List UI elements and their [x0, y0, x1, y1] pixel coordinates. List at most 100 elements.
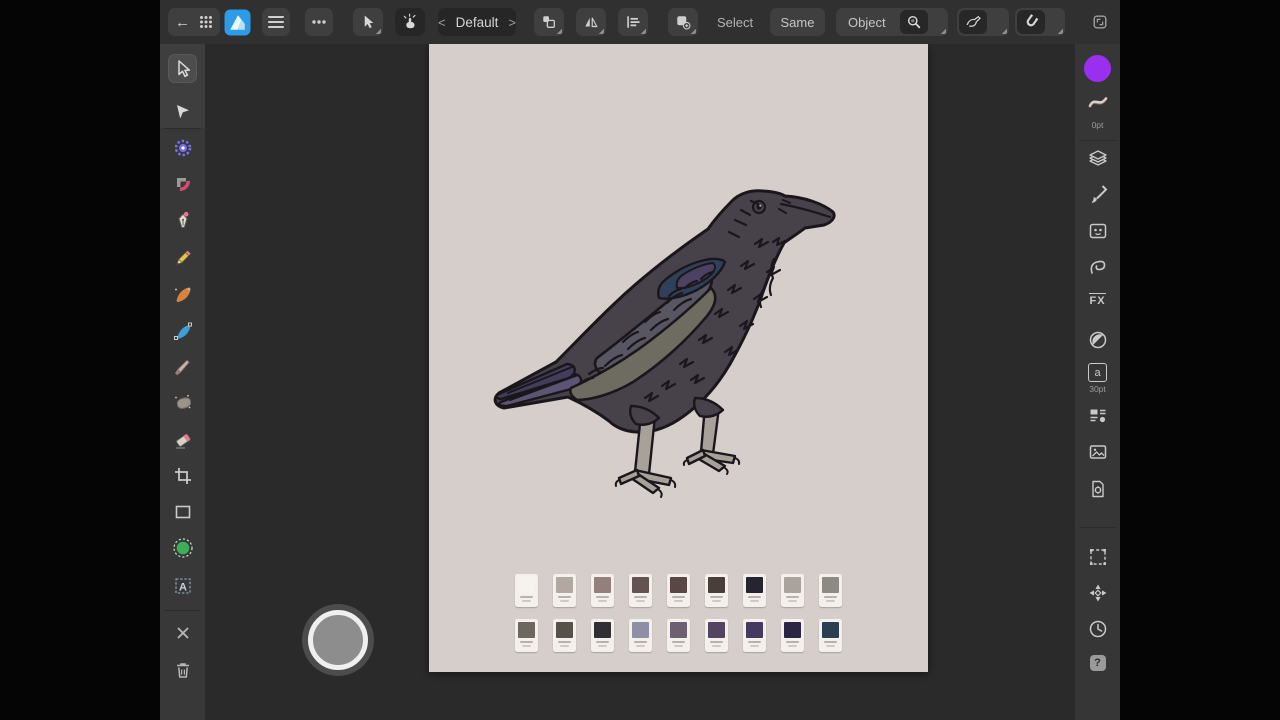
right-sidebar: 0pt FX a30pt? [1075, 44, 1120, 720]
more-button[interactable] [305, 8, 333, 36]
mask-icon [1087, 220, 1109, 247]
swatch-card[interactable] [781, 619, 804, 652]
adjust-icon [1087, 329, 1109, 356]
fill-color-swatch[interactable] [1084, 55, 1111, 82]
select-same-button[interactable]: Same [770, 8, 825, 36]
crop-tool[interactable] [169, 462, 196, 489]
preset-selector[interactable]: < Default > [438, 8, 516, 36]
transform-panel[interactable] [1075, 546, 1120, 573]
screen: ← [0, 0, 1280, 720]
fullscreen-button[interactable] [1090, 8, 1110, 36]
snapping-button[interactable] [1015, 8, 1065, 36]
effects-panel[interactable]: FX [1075, 293, 1120, 307]
divider [1079, 140, 1116, 141]
history-panel[interactable] [1075, 618, 1120, 645]
stroke-curve-icon [1087, 91, 1109, 118]
view-mode-button[interactable] [957, 8, 1009, 36]
swatch-card[interactable] [591, 574, 614, 607]
image-panel[interactable] [1075, 441, 1120, 468]
rectangle-tool[interactable] [169, 498, 196, 525]
paragraph-icon [1087, 405, 1109, 432]
pencil-panel[interactable] [1075, 256, 1120, 283]
swatch-card[interactable] [629, 619, 652, 652]
layers-panel[interactable] [1075, 147, 1120, 174]
touch-indicator [308, 610, 368, 670]
paint-brush-tool[interactable] [169, 317, 196, 344]
menu-button[interactable] [262, 8, 290, 36]
pencil-tool[interactable] [169, 244, 196, 271]
swatch-card[interactable] [819, 619, 842, 652]
topbar: ← [160, 0, 1120, 44]
back-button[interactable]: ← [175, 14, 190, 31]
corner-tool[interactable] [169, 170, 196, 197]
swatch-card[interactable] [667, 619, 690, 652]
help-button[interactable]: ? [1075, 655, 1120, 671]
swatch-card[interactable] [553, 619, 576, 652]
swatch-card[interactable] [819, 574, 842, 607]
font-size-label: 30pt [1089, 384, 1106, 394]
workspace[interactable] [205, 44, 1075, 720]
insert-object-button[interactable] [668, 8, 698, 36]
gallery-grid-icon[interactable] [199, 15, 213, 29]
mask-panel[interactable] [1075, 220, 1120, 247]
swatch-card[interactable] [743, 574, 766, 607]
stroke-width-label: 0pt [1092, 120, 1104, 130]
select-mode-label: Select [717, 0, 753, 44]
knife-tool[interactable] [169, 353, 196, 380]
delete-button[interactable] [169, 656, 196, 683]
palette-row [515, 619, 842, 652]
color-panel[interactable] [1075, 55, 1120, 82]
doc-gear-icon [1087, 478, 1109, 505]
swatch-card[interactable] [781, 574, 804, 607]
move-tool[interactable] [169, 55, 196, 82]
swatch-card[interactable] [629, 574, 652, 607]
brushes-panel[interactable] [1075, 183, 1120, 210]
marquee-icon [1087, 546, 1109, 573]
document-panel[interactable] [1075, 478, 1120, 505]
app-window: ← [160, 0, 1120, 720]
swirl-icon [1087, 256, 1109, 283]
zoom-tool-button[interactable] [898, 8, 948, 36]
swatch-card[interactable] [591, 619, 614, 652]
erase-tool[interactable] [169, 426, 196, 453]
svg-text:A: A [179, 581, 187, 593]
tap-gesture-button[interactable] [395, 8, 425, 36]
fill-tool[interactable] [169, 534, 196, 561]
node-tool[interactable] [169, 98, 196, 125]
divider [1079, 527, 1116, 528]
nav-group: ← [168, 8, 220, 36]
magnet-icon [1017, 10, 1045, 34]
image-icon [1087, 441, 1109, 468]
swatch-card[interactable] [515, 574, 538, 607]
text-tool[interactable]: A [169, 572, 196, 599]
swatch-card[interactable] [553, 574, 576, 607]
swatch-card[interactable] [743, 619, 766, 652]
vector-brush-tool[interactable] [169, 280, 196, 307]
palette-row [515, 574, 842, 607]
paragraph-panel[interactable] [1075, 405, 1120, 432]
navigator-panel[interactable] [1075, 582, 1120, 609]
align-button[interactable] [618, 8, 648, 36]
adjustments-panel[interactable] [1075, 329, 1120, 356]
pen-tool[interactable] [169, 207, 196, 234]
transform-duplicate-button[interactable] [534, 8, 564, 36]
swatch-card[interactable] [515, 619, 538, 652]
layers-icon [1087, 147, 1109, 174]
stroke-panel[interactable]: 0pt [1075, 91, 1120, 130]
preset-label: Default [456, 15, 499, 30]
hand-stylus-icon [959, 10, 987, 34]
canvas[interactable] [429, 44, 928, 672]
swatch-card[interactable] [705, 619, 728, 652]
app-logo[interactable] [224, 8, 251, 36]
magnifier-icon [900, 10, 928, 34]
close-button[interactable] [169, 619, 196, 646]
character-panel[interactable]: a30pt [1075, 363, 1120, 394]
preset-prev-icon[interactable]: < [438, 15, 446, 30]
point-transform-tool[interactable] [169, 134, 196, 161]
select-cursor-button[interactable] [353, 8, 383, 36]
preset-next-icon[interactable]: > [508, 15, 516, 30]
smudge-tool[interactable] [169, 389, 196, 416]
swatch-card[interactable] [667, 574, 690, 607]
flip-horizontal-button[interactable] [576, 8, 606, 36]
swatch-card[interactable] [705, 574, 728, 607]
